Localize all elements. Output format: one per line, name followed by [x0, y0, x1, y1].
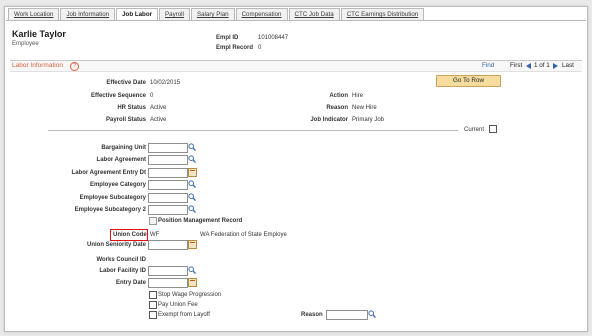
prev-arrow-icon[interactable] [526, 63, 532, 69]
effective-sequence-value: 0 [150, 93, 154, 99]
employee-subcategory-input[interactable] [148, 193, 188, 203]
exempt-from-layoff-label: Exempt from Layoff [158, 312, 210, 318]
union-seniority-date-label: Union Seniority Date [86, 242, 146, 248]
empl-id-label: Empl ID [216, 35, 239, 41]
page-frame [4, 6, 588, 332]
empl-record-value: 0 [258, 45, 262, 51]
reason-field-label: Reason [301, 312, 323, 318]
job-indicator-value: Primary Job [352, 117, 385, 123]
section-title: Labor Information [12, 62, 63, 69]
labor-agreement-entry-dt-input[interactable] [148, 168, 188, 178]
tab-divider [6, 20, 586, 21]
employee-subcategory-2-search-icon[interactable] [188, 205, 196, 213]
payroll-status-value: Active [150, 117, 167, 123]
union-code-value: WF [150, 232, 160, 238]
last-link[interactable]: Last [562, 62, 574, 69]
current-label: Current [464, 127, 485, 133]
tab-ctc-earnings-distribution[interactable]: CTC Earnings Distribution [340, 8, 425, 20]
tab-work-location[interactable]: Work Location [8, 8, 60, 20]
tab-bar: Work Location Job Information Job Labor … [8, 8, 425, 21]
employee-category-input[interactable] [148, 180, 188, 190]
row-pager: 1 of 1 [534, 62, 550, 69]
labor-agreement-input[interactable] [148, 155, 188, 165]
help-icon[interactable]: ? [70, 62, 79, 71]
empl-id-value: 101008447 [258, 35, 289, 41]
employee-name: Karlie Taylor [12, 29, 66, 39]
employee-type: Employee [12, 41, 39, 47]
payroll-status-label: Payroll Status [105, 117, 146, 123]
bargaining-unit-search-icon[interactable] [188, 143, 196, 151]
labor-facility-id-search-icon[interactable] [188, 266, 196, 274]
go-to-row-button[interactable]: Go To Row [436, 75, 501, 87]
employee-subcategory-2-label: Employee Subcategory 2 [74, 207, 146, 213]
bargaining-unit-label: Bargaining Unit [101, 145, 146, 151]
tab-compensation[interactable]: Compensation [235, 8, 288, 20]
reason-info-label: Reason [326, 105, 348, 111]
employee-subcategory-label: Employee Subcategory [79, 195, 146, 201]
tab-salary-plan[interactable]: Salary Plan [190, 8, 235, 20]
next-arrow-icon[interactable] [553, 63, 559, 69]
tab-job-information[interactable]: Job Information [60, 8, 116, 20]
labor-agreement-entry-dt-calendar-icon[interactable] [188, 168, 197, 177]
exempt-from-layoff-checkbox[interactable] [149, 311, 157, 319]
labor-facility-id-label: Labor Facility ID [99, 268, 146, 274]
action-value: Hire [352, 93, 364, 99]
labor-agreement-search-icon[interactable] [188, 155, 196, 163]
employee-category-label: Employee Category [89, 182, 146, 188]
position-management-record-checkbox[interactable] [149, 217, 157, 225]
employee-subcategory-search-icon[interactable] [188, 193, 196, 201]
action-label: Action [329, 93, 348, 99]
effective-sequence-label: Effective Sequence [90, 93, 146, 99]
section-divider [48, 130, 458, 131]
position-management-record-label: Position Management Record [158, 218, 243, 224]
labor-agreement-label: Labor Agreement [96, 157, 146, 163]
pay-union-fee-label: Pay Union Fee [158, 302, 198, 308]
section-header [10, 60, 582, 72]
employee-category-search-icon[interactable] [188, 180, 196, 188]
pay-union-fee-checkbox[interactable] [149, 301, 157, 309]
entry-date-label: Entry Date [115, 280, 146, 286]
union-seniority-date-input[interactable] [148, 240, 188, 250]
tab-ctc-job-data[interactable]: CTC Job Data [288, 8, 340, 20]
labor-agreement-entry-dt-label: Labor Agreement Entry Dt [71, 170, 146, 176]
tab-payroll[interactable]: Payroll [159, 8, 190, 20]
bargaining-unit-input[interactable] [148, 143, 188, 153]
hr-status-value: Active [150, 105, 167, 111]
labor-facility-id-input[interactable] [148, 266, 188, 276]
find-link[interactable]: Find [482, 62, 494, 69]
entry-date-input[interactable] [148, 278, 188, 288]
union-code-description: WA Federation of State Employe [200, 232, 287, 238]
employee-subcategory-2-input[interactable] [148, 205, 188, 215]
entry-date-calendar-icon[interactable] [188, 278, 197, 287]
reason-field-input[interactable] [326, 310, 368, 320]
job-indicator-label: Job Indicator [310, 117, 348, 123]
works-council-id-label: Works Council ID [96, 257, 146, 263]
current-checkbox[interactable] [489, 125, 497, 133]
reason-search-icon[interactable] [368, 310, 376, 318]
effective-date-label: Effective Date [106, 80, 146, 86]
effective-date-value: 10/02/2015 [150, 80, 181, 86]
stop-wage-progression-label: Stop Wage Progression [158, 292, 222, 298]
hr-status-label: HR Status [117, 105, 146, 111]
first-link[interactable]: First [510, 62, 522, 69]
reason-info-value: New Hire [352, 105, 377, 111]
stop-wage-progression-checkbox[interactable] [149, 291, 157, 299]
union-code-label: Union Code [113, 232, 147, 238]
union-seniority-date-calendar-icon[interactable] [188, 240, 197, 249]
empl-record-label: Empl Record [216, 45, 254, 51]
